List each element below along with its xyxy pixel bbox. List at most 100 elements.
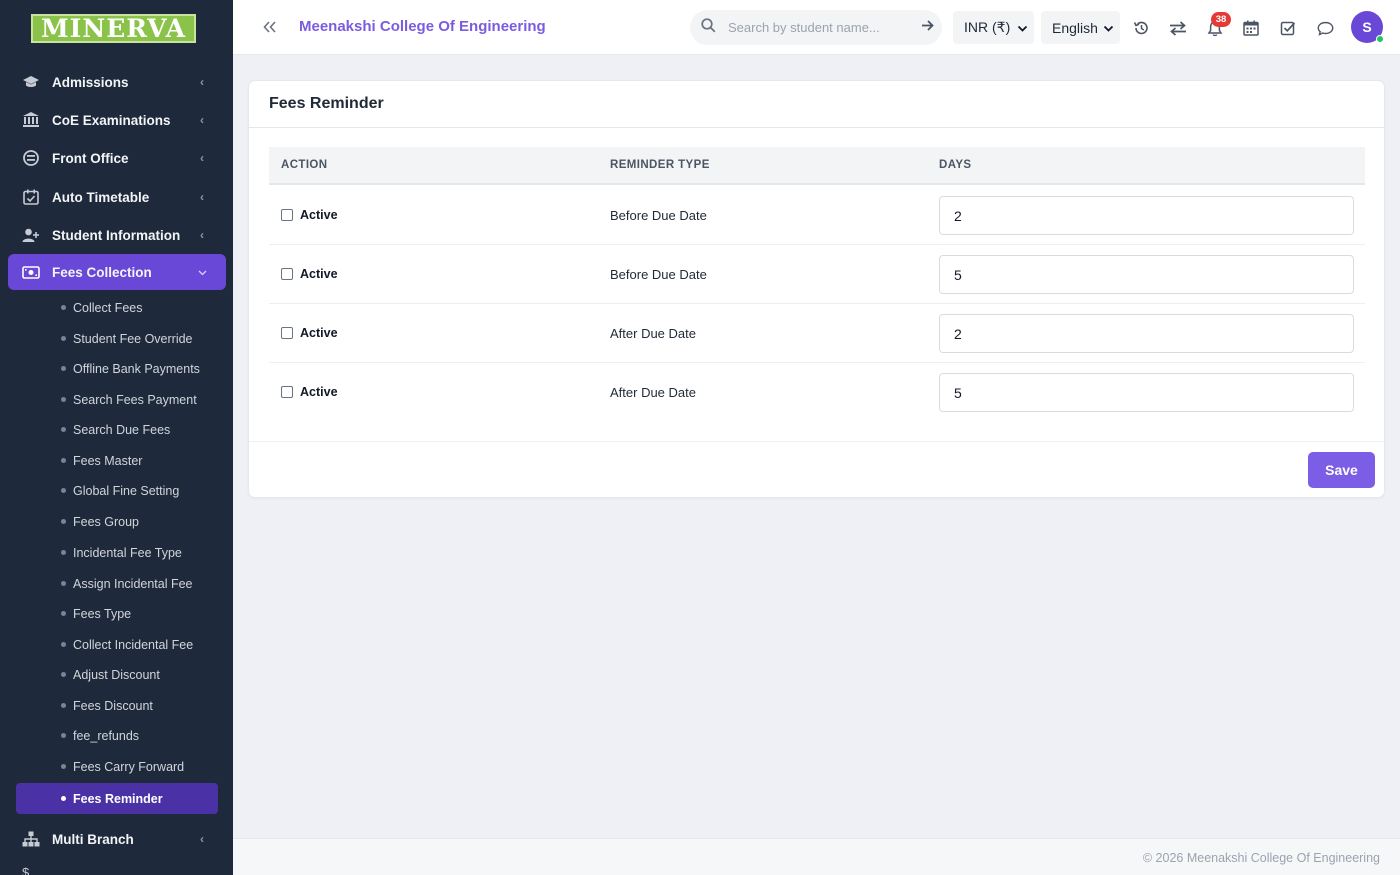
- sidebar-subitem-fees-master[interactable]: Fees Master: [16, 445, 218, 476]
- language-value: English: [1052, 19, 1098, 36]
- fees-reminder-card: Fees Reminder ACTION REMINDER TYPE DAYS …: [248, 80, 1385, 498]
- days-input[interactable]: [939, 314, 1354, 353]
- collapse-sidebar-icon[interactable]: [260, 17, 280, 37]
- sidebar-subitem-label: Fees Carry Forward: [73, 759, 185, 774]
- days-input[interactable]: [939, 373, 1354, 412]
- sidebar-subitem-fee-refunds[interactable]: fee_refunds: [16, 720, 218, 751]
- sidebar-subitem-search-fees-payment[interactable]: Search Fees Payment: [16, 384, 218, 415]
- divider: [249, 441, 1384, 442]
- sidebar-subitem-label: Fees Type: [73, 606, 132, 621]
- sidebar-subitem-label: Adjust Discount: [73, 667, 160, 682]
- language-select[interactable]: English: [1041, 11, 1120, 44]
- bullet-dot-icon: [61, 611, 66, 616]
- bullet-dot-icon: [61, 305, 66, 310]
- sidebar-item-auto-timetable[interactable]: Auto Timetable ‹: [8, 179, 226, 215]
- active-checkbox[interactable]: [281, 268, 293, 280]
- sidebar-subitem-assign-incidental-fee[interactable]: Assign Incidental Fee: [16, 568, 218, 599]
- sidebar-subitem-search-due-fees[interactable]: Search Due Fees: [16, 414, 218, 445]
- sidebar-subitem-offline-bank-payments[interactable]: Offline Bank Payments: [16, 353, 218, 384]
- logo-text: MINERVA: [40, 14, 186, 43]
- reminder-type: Before Due Date: [610, 267, 707, 282]
- sidebar-subitem-collect-incidental-fee[interactable]: Collect Incidental Fee: [16, 629, 218, 660]
- chat-icon[interactable]: [1315, 18, 1335, 38]
- minerva-logo[interactable]: MINERVA: [31, 14, 196, 43]
- column-header-days: DAYS: [939, 159, 972, 171]
- reminder-type: After Due Date: [610, 326, 696, 341]
- student-search-box: [690, 10, 942, 45]
- bullet-dot-icon: [61, 733, 66, 738]
- sidebar-subitem-fees-discount[interactable]: Fees Discount: [16, 690, 218, 721]
- sidebar-subitem-label: fee_refunds: [73, 728, 140, 743]
- bullet-dot-icon: [61, 458, 66, 463]
- calendar-check-icon: [21, 189, 41, 205]
- sidebar-subitem-label: Collect Incidental Fee: [73, 637, 194, 652]
- sidebar-subitem-label: Incidental Fee Type: [73, 545, 182, 560]
- chevron-left-icon: ‹: [200, 190, 204, 204]
- active-label[interactable]: Active: [300, 208, 338, 222]
- sidebar-item-student-information[interactable]: Student Information ‹: [8, 217, 226, 253]
- sidebar-subitem-global-fine-setting[interactable]: Global Fine Setting: [16, 475, 218, 506]
- bullet-dot-icon: [61, 764, 66, 769]
- active-label[interactable]: Active: [300, 326, 338, 340]
- sidebar-item-coe-examinations[interactable]: CoE Examinations ‹: [8, 102, 226, 138]
- search-icon: [701, 17, 717, 38]
- table-row: Active Before Due Date: [269, 186, 1365, 245]
- bullet-dot-icon: [61, 427, 66, 432]
- save-button[interactable]: Save: [1308, 452, 1375, 488]
- history-icon[interactable]: [1131, 18, 1151, 38]
- chevron-left-icon: ‹: [200, 151, 204, 165]
- active-label[interactable]: Active: [300, 267, 338, 281]
- task-checkbox-icon[interactable]: [1278, 18, 1298, 38]
- active-label[interactable]: Active: [300, 385, 338, 399]
- sidebar-item-multi-branch[interactable]: Multi Branch ‹: [8, 821, 226, 857]
- sidebar-item-label: Student Information: [52, 227, 181, 243]
- footer: © 2026 Meenakshi College Of Engineering: [233, 838, 1400, 875]
- column-header-reminder-type: REMINDER TYPE: [610, 159, 710, 171]
- sidebar-subitem-student-fee-override[interactable]: Student Fee Override: [16, 323, 218, 354]
- sidebar-subitem-collect-fees[interactable]: Collect Fees: [16, 292, 218, 323]
- arrow-right-icon[interactable]: [921, 19, 934, 37]
- notification-count-badge: 38: [1211, 12, 1231, 27]
- college-name[interactable]: Meenakshi College Of Engineering: [299, 18, 546, 35]
- sidebar-item-front-office[interactable]: Front Office ‹: [8, 140, 226, 176]
- user-avatar[interactable]: S: [1351, 11, 1384, 43]
- days-input[interactable]: [939, 196, 1354, 235]
- days-input[interactable]: [939, 255, 1354, 294]
- sitemap-icon: [21, 831, 41, 847]
- front-office-icon: [21, 150, 41, 166]
- bullet-dot-icon: [61, 581, 66, 586]
- graduation-cap-icon: [21, 75, 41, 89]
- sidebar-subitem-fees-group[interactable]: Fees Group: [16, 506, 218, 537]
- calendar-icon[interactable]: [1241, 18, 1261, 38]
- chevron-left-icon: ‹: [200, 75, 204, 89]
- active-checkbox[interactable]: [281, 209, 293, 221]
- sidebar-item-label: Front Office: [52, 150, 129, 166]
- sidebar-item-admissions[interactable]: Admissions ‹: [8, 64, 226, 100]
- sidebar-subitem-label: Collect Fees: [73, 300, 143, 315]
- sidebar-item-label: CoE Examinations: [52, 112, 171, 128]
- sidebar-subitem-fees-reminder[interactable]: Fees Reminder: [16, 783, 218, 814]
- bullet-dot-icon: [61, 336, 66, 341]
- active-checkbox[interactable]: [281, 327, 293, 339]
- chevron-left-icon: ‹: [200, 832, 204, 846]
- reminder-type: After Due Date: [610, 385, 696, 400]
- sidebar-subitem-fees-type[interactable]: Fees Type: [16, 598, 218, 629]
- dollar-icon: $: [22, 865, 30, 875]
- sidebar-subitem-fees-carry-forward[interactable]: Fees Carry Forward: [16, 751, 218, 782]
- sidebar-item-label: Admissions: [52, 74, 129, 90]
- currency-select[interactable]: INR (₹): [953, 11, 1034, 44]
- sidebar-subitem-incidental-fee-type[interactable]: Incidental Fee Type: [16, 537, 218, 568]
- sidebar-subitem-label: Search Due Fees: [73, 422, 171, 437]
- active-checkbox[interactable]: [281, 386, 293, 398]
- search-input[interactable]: [728, 20, 908, 35]
- topbar: Meenakshi College Of Engineering INR (₹)…: [233, 0, 1400, 55]
- chevron-left-icon: ‹: [200, 228, 204, 242]
- sidebar-item-fees-collection[interactable]: Fees Collection: [8, 254, 226, 290]
- switch-arrows-icon[interactable]: [1168, 18, 1188, 38]
- sidebar-subitem-label: Assign Incidental Fee: [73, 576, 193, 591]
- avatar-initial: S: [1362, 19, 1372, 35]
- user-plus-icon: [21, 228, 41, 243]
- sidebar-subitem-adjust-discount[interactable]: Adjust Discount: [16, 659, 218, 690]
- money-icon: [21, 265, 41, 279]
- sidebar-subitem-label: Fees Reminder: [73, 791, 163, 806]
